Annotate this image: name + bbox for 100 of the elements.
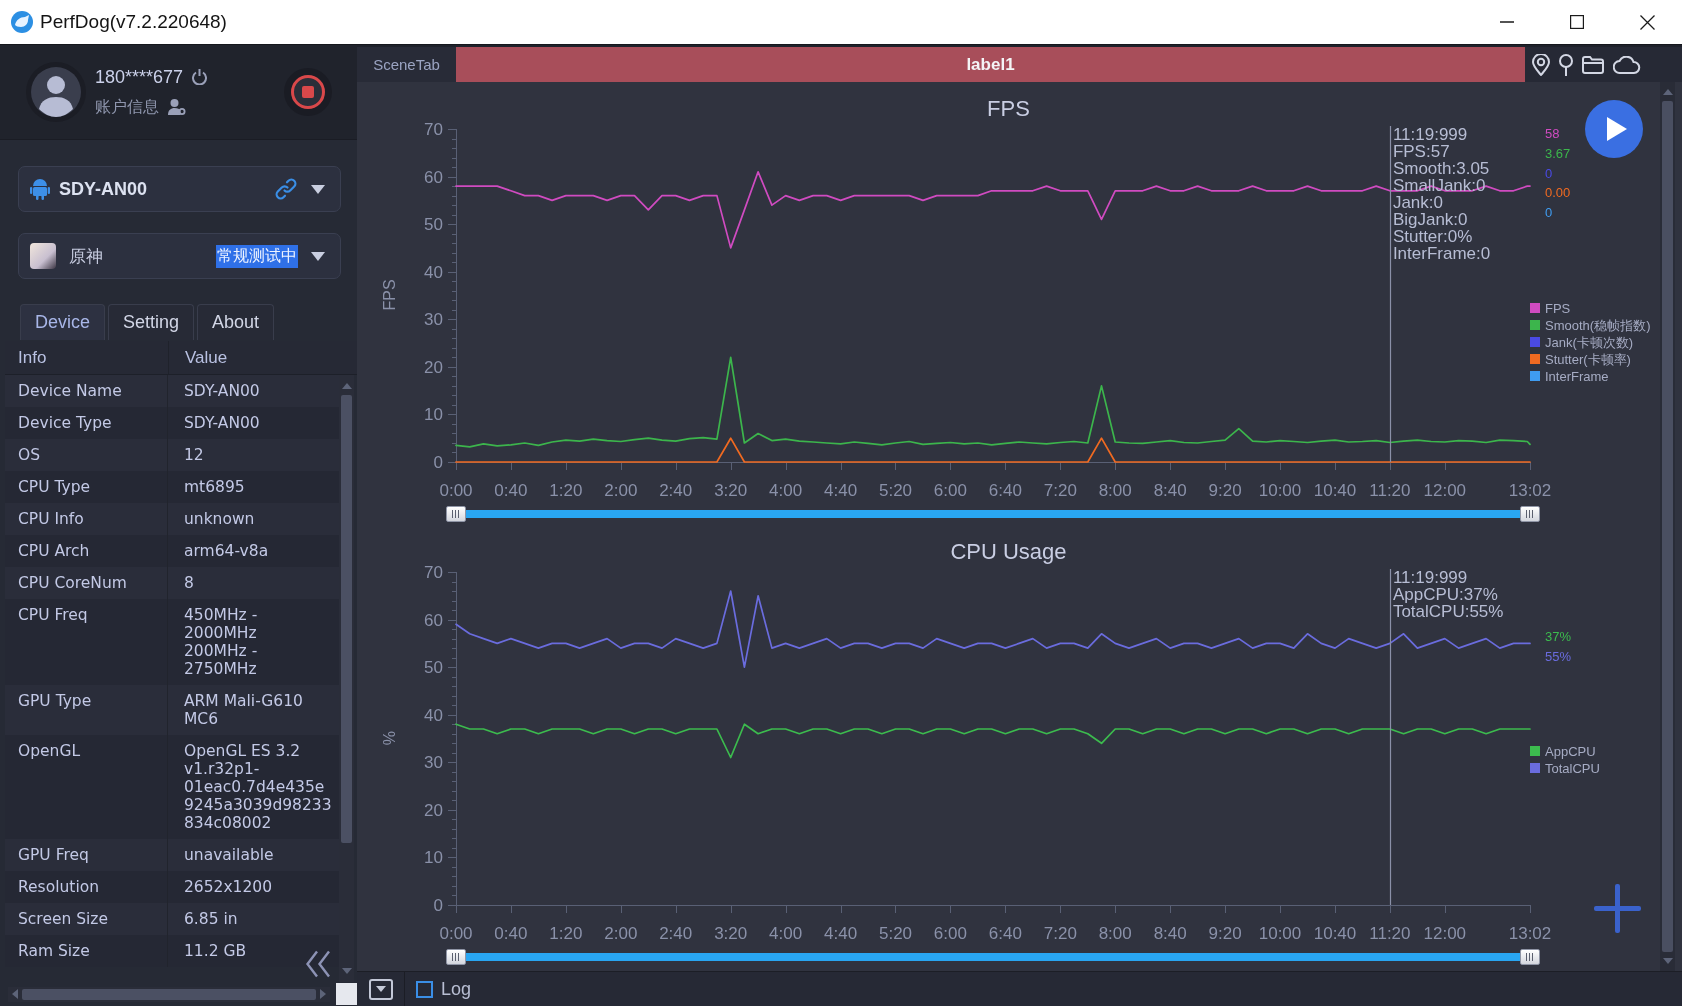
y-tick-label: 10 [424, 405, 443, 425]
table-cell-text: unavailable [184, 846, 275, 864]
x-tick-label: 11:20 [1369, 481, 1411, 500]
cloud-icon[interactable] [1613, 55, 1641, 74]
android-icon [30, 178, 50, 200]
caret-left-icon[interactable] [12, 989, 18, 999]
play-button[interactable] [1585, 100, 1643, 158]
table-cell-text: 200MHz - 2750MHz [184, 642, 259, 678]
x-tick-label: 2:40 [659, 481, 693, 500]
y-tick-label: 40 [424, 262, 443, 282]
maximize-icon [1570, 15, 1584, 29]
x-tick-label: 1:20 [549, 481, 583, 500]
slider-handle[interactable] [1520, 949, 1540, 965]
caret-up-icon[interactable] [1662, 89, 1673, 95]
y-tick-label: 20 [424, 800, 443, 820]
legend-label: Jank(卡顿次数) [1545, 335, 1634, 350]
x-tick-label: 6:40 [988, 481, 1022, 500]
x-tick-label: 9:20 [1208, 924, 1242, 943]
table-cell-text: 450MHz - 2000MHz [184, 606, 259, 642]
caret-down-icon[interactable] [341, 968, 352, 974]
legend-label: TotalCPU [1545, 761, 1600, 776]
checkbox-label[interactable]: Log [441, 978, 472, 1000]
table-cell-text: unknown [184, 510, 256, 528]
value-label: 0 [1545, 205, 1553, 221]
link-icon[interactable] [274, 177, 298, 201]
scrollbar-thumb[interactable] [341, 395, 352, 843]
caret-down-icon [376, 986, 386, 992]
status-label: 常规测试中 [216, 244, 298, 268]
y-tick-label: 0 [433, 896, 443, 915]
record-button[interactable] [284, 68, 332, 116]
x-tick-label: 6:00 [933, 481, 967, 500]
y-tick-label: 0 [433, 453, 443, 472]
device-dropdown[interactable]: SDY-AN00 [18, 166, 341, 212]
x-tick-label: 8:40 [1153, 481, 1187, 500]
x-tick-label: 0:40 [494, 924, 528, 943]
value-label: 37% [1545, 629, 1572, 644]
axis-title: FPS [381, 279, 398, 311]
column-header: Info [17, 346, 48, 369]
account-info-link[interactable]: 账户信息 [95, 96, 159, 118]
slider-handle[interactable] [1520, 506, 1540, 522]
x-tick-label: 10:40 [1313, 481, 1357, 500]
table-cell: Ram Size [5, 935, 168, 967]
add-button[interactable] [1594, 884, 1641, 933]
x-tick-label: 13:02 [1508, 481, 1552, 500]
x-tick-label: 0:00 [439, 924, 473, 943]
x-tick-label: 9:20 [1208, 481, 1242, 500]
y-tick-label: 30 [424, 753, 443, 773]
tooltip-text: Jank:0 [1392, 193, 1443, 212]
plus-icon [1594, 884, 1641, 933]
app-dropdown[interactable]: 原神 常规测试中 [18, 233, 341, 279]
tab[interactable]: Device [20, 304, 106, 340]
y-tick-label: 50 [424, 215, 443, 235]
scrollbar-thumb[interactable] [22, 988, 316, 1000]
user-settings-icon[interactable] [168, 99, 186, 115]
scrollbar-thumb[interactable] [1662, 101, 1673, 952]
slider-handle[interactable] [446, 506, 466, 522]
x-tick-label: 10:00 [1258, 481, 1302, 500]
y-tick-label: 60 [424, 610, 443, 630]
minimize-icon [1500, 21, 1514, 23]
x-tick-label: 1:20 [549, 924, 583, 943]
value-label: 0.00 [1545, 185, 1571, 201]
value-label: 58 [1545, 126, 1560, 141]
caret-right-icon[interactable] [320, 989, 326, 999]
caret-down-icon[interactable] [1662, 958, 1673, 964]
table-cell-text: 11.2 GB [184, 942, 248, 960]
tooltip-text: 11:19:999 [1392, 568, 1468, 587]
tooltip-text: AppCPU:37% [1392, 585, 1498, 604]
chart-title: FPS [987, 98, 1030, 120]
tooltip-text: TotalCPU:55% [1392, 602, 1504, 621]
pin-icon[interactable] [1559, 53, 1573, 76]
power-icon[interactable] [192, 69, 208, 85]
y-tick-label: 30 [424, 310, 443, 330]
table-cell-text: arm64-v8a [184, 542, 270, 560]
folder-icon[interactable] [1582, 55, 1604, 74]
double-chevron-icon[interactable] [305, 950, 331, 978]
log-checkbox[interactable] [416, 980, 433, 998]
scene-label[interactable]: label1 [456, 47, 1525, 82]
x-tick-label: 6:00 [933, 924, 967, 943]
caret-up-icon[interactable] [341, 383, 352, 389]
location-pin-icon[interactable] [1532, 53, 1550, 76]
slider-handle[interactable] [446, 949, 466, 965]
table-cell-text: 8 [184, 574, 195, 592]
tab[interactable]: Setting [108, 304, 195, 340]
table-cell-text: 6.85 in [184, 910, 239, 928]
tooltip-text: InterFrame:0 [1392, 244, 1491, 263]
dropdown-button[interactable] [369, 978, 393, 1000]
tooltip-text: FPS:57 [1392, 142, 1450, 161]
logo-icon [11, 11, 33, 33]
avatar-icon [26, 62, 86, 122]
scene-tab-header: SceneTab [357, 47, 456, 82]
tooltip-text: BigJank:0 [1392, 210, 1468, 229]
scrollbar-corner [336, 983, 357, 1005]
y-tick-label: 10 [424, 848, 443, 868]
x-tick-label: 0:00 [439, 481, 473, 500]
tab[interactable]: About [197, 304, 275, 340]
value-label: 0 [1545, 165, 1553, 181]
x-tick-label: 7:20 [1043, 481, 1077, 500]
table-cell-text: SDY-AN00 [184, 382, 261, 400]
x-tick-label: 6:40 [988, 924, 1022, 943]
y-tick-label: 40 [424, 705, 443, 725]
